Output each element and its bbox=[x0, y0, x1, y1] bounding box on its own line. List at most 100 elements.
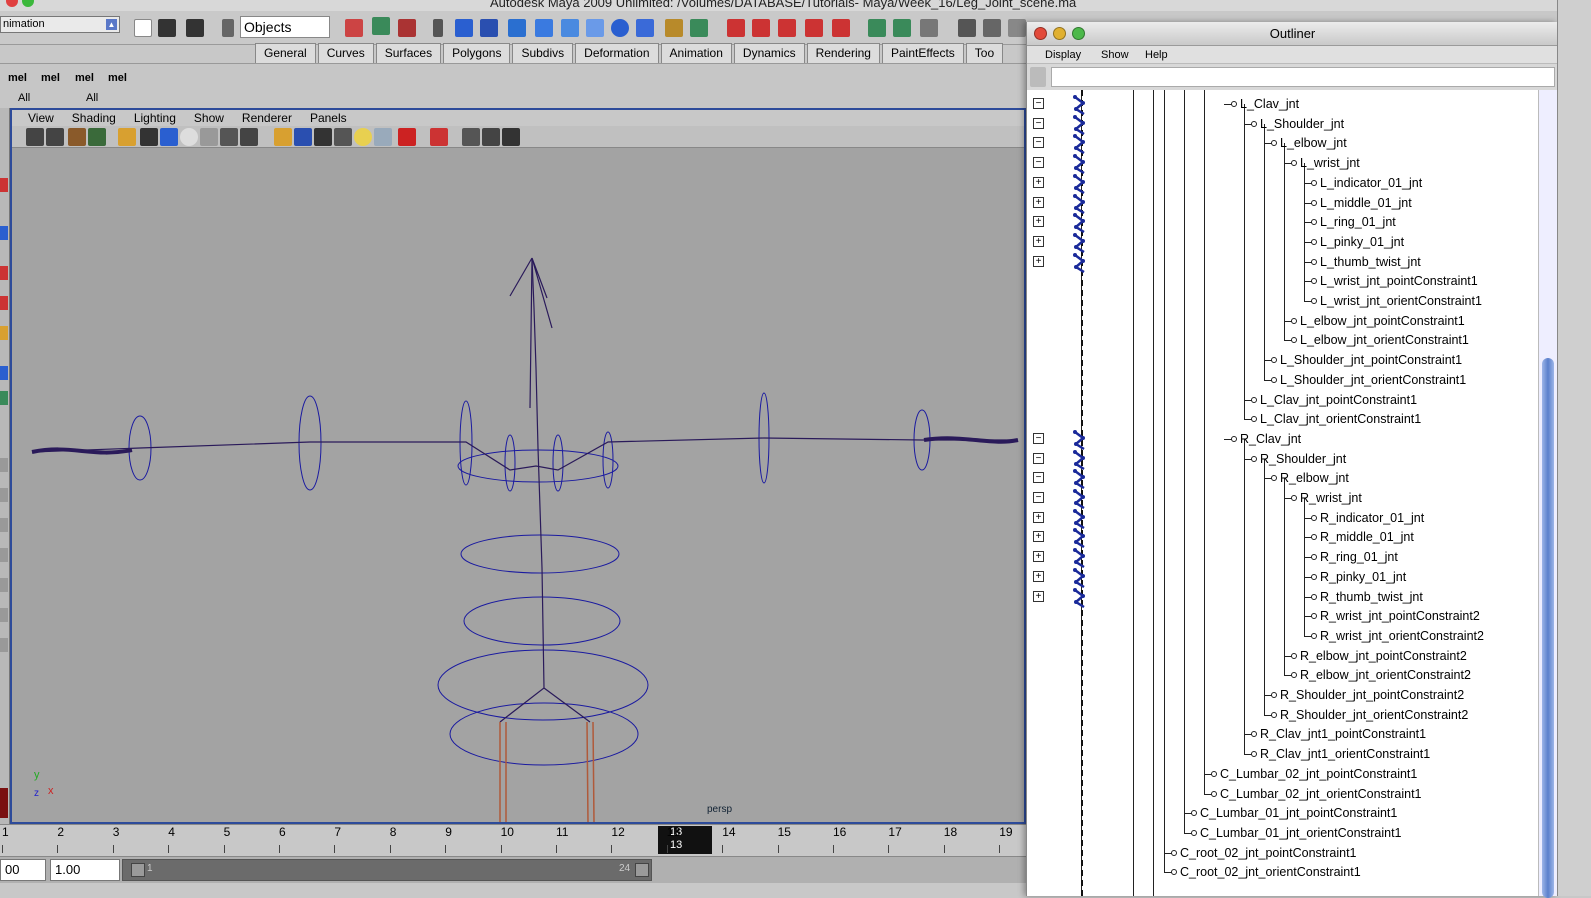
panel-menu-panels[interactable]: Panels bbox=[301, 110, 356, 126]
panel-menu-shading[interactable]: Shading bbox=[63, 110, 125, 126]
tree-node-icon[interactable] bbox=[1291, 160, 1297, 167]
range-start-handle[interactable] bbox=[131, 863, 145, 877]
start-time-field[interactable]: 00 bbox=[0, 859, 46, 881]
tab-subdivs[interactable]: Subdivs bbox=[512, 43, 574, 63]
lock-icon[interactable] bbox=[665, 19, 683, 37]
tree-node-icon[interactable] bbox=[1271, 376, 1277, 383]
joint-tool-icon[interactable] bbox=[480, 19, 498, 37]
tree-node-icon[interactable] bbox=[1191, 810, 1197, 817]
outliner-minimize-icon[interactable] bbox=[1053, 27, 1066, 40]
shade-wire-icon[interactable] bbox=[314, 128, 332, 146]
camera-attributes-icon[interactable] bbox=[46, 128, 64, 146]
time-slider[interactable]: 13 13 1 2 3 4 5 6 7 8 9 10 11 12 13 14 15 16 17 18 19 bbox=[0, 824, 1030, 854]
tree-node-icon[interactable] bbox=[1191, 829, 1197, 836]
right-leg-joints[interactable] bbox=[586, 721, 595, 822]
outliner-item[interactable]: R_Shoulder_jnt_pointConstraint2 bbox=[1280, 688, 1464, 702]
select-tool-icon[interactable] bbox=[0, 178, 8, 192]
l-clav-control[interactable] bbox=[504, 434, 516, 492]
select-camera-icon[interactable] bbox=[26, 128, 44, 146]
move-tool-side-icon[interactable] bbox=[0, 296, 8, 310]
outliner-item[interactable]: L_Shoulder_jnt_orientConstraint1 bbox=[1280, 373, 1466, 387]
outliner-item[interactable]: L_indicator_01_jnt bbox=[1320, 176, 1422, 190]
grid-icon[interactable] bbox=[118, 128, 136, 146]
expand-plus-icon[interactable]: + bbox=[1033, 196, 1044, 208]
panel-menu-lighting[interactable]: Lighting bbox=[125, 110, 185, 126]
zoom-window-icon[interactable] bbox=[22, 0, 34, 7]
outliner-close-icon[interactable] bbox=[1034, 27, 1047, 40]
outliner-tree[interactable]: L_Clav_jnt − L_Shoulder_jnt − L_elbow_jnt − L_… bbox=[1027, 90, 1538, 896]
close-window-icon[interactable] bbox=[6, 0, 18, 7]
tab-dynamics[interactable]: Dynamics bbox=[733, 43, 805, 63]
expand-minus-icon[interactable]: − bbox=[1033, 98, 1044, 109]
expand-plus-icon[interactable]: + bbox=[1033, 176, 1044, 188]
expand-minus-icon[interactable]: − bbox=[1033, 492, 1044, 503]
outliner-item[interactable]: L_Shoulder_jnt_pointConstraint1 bbox=[1280, 353, 1462, 367]
lights-icon[interactable] bbox=[354, 128, 372, 146]
tree-node-icon[interactable] bbox=[1311, 199, 1317, 206]
tree-node-icon[interactable] bbox=[1311, 298, 1317, 304]
expand-minus-icon[interactable]: − bbox=[1033, 452, 1044, 464]
spine-upper-control[interactable] bbox=[460, 534, 620, 574]
tree-node-icon[interactable] bbox=[1271, 357, 1277, 364]
tree-node-icon[interactable] bbox=[1291, 652, 1297, 659]
manipulator-icon[interactable] bbox=[0, 391, 8, 405]
outliner-search-input[interactable] bbox=[1051, 67, 1555, 87]
expand-plus-icon[interactable]: + bbox=[1033, 511, 1044, 523]
rotate-tool-icon[interactable] bbox=[0, 326, 8, 340]
outliner-item[interactable]: L_wrist_jnt_orientConstraint1 bbox=[1320, 294, 1482, 308]
tab-curves[interactable]: Curves bbox=[317, 43, 374, 63]
outliner-item[interactable]: R_Clav_jnt bbox=[1240, 432, 1301, 446]
expand-plus-icon[interactable]: + bbox=[1033, 570, 1044, 582]
outliner-item[interactable]: L_elbow_jnt_pointConstraint1 bbox=[1300, 314, 1465, 328]
objects-field[interactable]: Objects bbox=[240, 16, 330, 38]
xray-joints-icon[interactable] bbox=[482, 128, 500, 146]
new-scene-icon[interactable] bbox=[134, 19, 152, 37]
tree-node-icon[interactable] bbox=[1231, 435, 1237, 442]
panel-menu-view[interactable]: View bbox=[12, 110, 63, 126]
xray-icon[interactable] bbox=[462, 128, 480, 146]
r-clav-control[interactable] bbox=[552, 434, 564, 492]
selection-mode-icon[interactable] bbox=[222, 19, 234, 37]
outliner-item[interactable]: R_wrist_jnt bbox=[1300, 491, 1362, 505]
lasso-tool-icon[interactable] bbox=[0, 226, 8, 240]
safe-action-icon[interactable] bbox=[220, 128, 238, 146]
panel-menu-show[interactable]: Show bbox=[185, 110, 233, 126]
tree-node-icon[interactable] bbox=[1271, 711, 1277, 718]
expand-minus-icon[interactable]: − bbox=[1033, 117, 1044, 129]
tree-node-icon[interactable] bbox=[1251, 731, 1257, 738]
tree-node-icon[interactable] bbox=[1271, 140, 1277, 147]
render-settings-icon[interactable] bbox=[778, 19, 796, 37]
outliner-scrollbar[interactable] bbox=[1538, 90, 1558, 898]
relative-transform-icon[interactable] bbox=[893, 19, 911, 37]
tree-node-icon[interactable] bbox=[1311, 514, 1317, 521]
layout-two-icon[interactable] bbox=[0, 518, 8, 532]
film-gate-icon[interactable] bbox=[140, 128, 158, 146]
gate-mask-icon[interactable] bbox=[180, 128, 198, 146]
expand-minus-icon[interactable]: − bbox=[1033, 137, 1044, 149]
expand-minus-icon[interactable]: − bbox=[1033, 157, 1044, 169]
outliner-item[interactable]: R_indicator_01_jnt bbox=[1320, 511, 1424, 525]
tab-surfaces[interactable]: Surfaces bbox=[375, 43, 442, 63]
outliner-menu-show[interactable]: Show bbox=[1101, 49, 1129, 61]
outliner-item[interactable]: R_thumb_twist_jnt bbox=[1320, 590, 1423, 604]
select-by-object-icon[interactable] bbox=[372, 17, 390, 35]
tree-node-icon[interactable] bbox=[1311, 258, 1317, 265]
outliner-item[interactable]: L_Clav_jnt_orientConstraint1 bbox=[1260, 412, 1421, 426]
arm-joint-chain[interactable] bbox=[31, 437, 1018, 471]
tree-node-icon[interactable] bbox=[1291, 495, 1297, 501]
safe-title-icon[interactable] bbox=[240, 128, 258, 146]
tree-node-icon[interactable] bbox=[1251, 396, 1257, 403]
tree-node-icon[interactable] bbox=[1171, 849, 1177, 856]
tab-animation[interactable]: Animation bbox=[660, 43, 732, 63]
shelf-mel-button-1[interactable]: mel bbox=[8, 72, 27, 84]
expand-plus-icon[interactable]: + bbox=[1033, 551, 1044, 563]
plane-icon[interactable] bbox=[535, 19, 553, 37]
help-icon[interactable] bbox=[636, 19, 654, 37]
tree-node-icon[interactable] bbox=[1251, 120, 1257, 127]
tab-general[interactable]: General bbox=[255, 43, 316, 63]
filter-icon[interactable] bbox=[1030, 67, 1046, 87]
outliner-item[interactable]: L_ring_01_jnt bbox=[1320, 215, 1396, 229]
outliner-item[interactable]: R_Shoulder_jnt bbox=[1260, 452, 1346, 466]
outliner-item[interactable]: L_elbow_jnt bbox=[1280, 136, 1347, 150]
outliner-item[interactable]: L_Clav_jnt_pointConstraint1 bbox=[1260, 393, 1417, 407]
